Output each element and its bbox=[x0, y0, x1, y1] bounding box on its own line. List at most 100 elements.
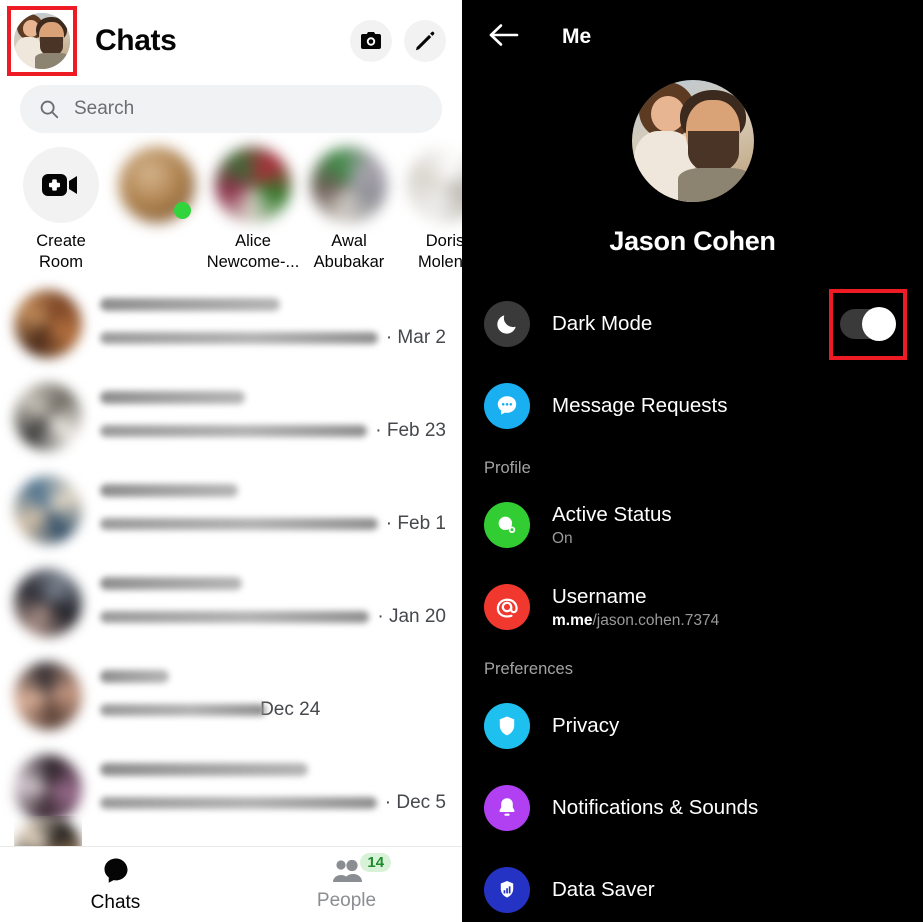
chat-preview-redacted bbox=[100, 797, 377, 809]
story-item[interactable]: Alice Newcome-... bbox=[206, 147, 300, 272]
chat-name-redacted bbox=[100, 484, 239, 497]
chat-date: · Mar 2 bbox=[385, 327, 446, 348]
settings-label: Dark Mode bbox=[552, 312, 653, 335]
chat-name-redacted bbox=[100, 670, 170, 683]
settings-label: Message Requests bbox=[552, 394, 728, 417]
data-saver-shield-icon bbox=[484, 867, 530, 913]
chat-avatar bbox=[14, 382, 82, 451]
table-row[interactable]: · Feb 1 bbox=[0, 463, 462, 556]
settings-label: Active Status bbox=[552, 502, 672, 526]
at-sign-icon bbox=[484, 584, 530, 630]
settings-sublabel: m.me/jason.cohen.7374 bbox=[552, 612, 901, 630]
chat-name-redacted bbox=[100, 763, 308, 776]
settings-row-privacy[interactable]: Privacy bbox=[462, 685, 923, 767]
chat-date: · Feb 23 bbox=[375, 420, 446, 441]
search-placeholder: Search bbox=[74, 98, 135, 119]
profile-avatar bbox=[14, 13, 70, 69]
story-label: Alice Newcome-... bbox=[206, 232, 300, 271]
chat-bubble-icon bbox=[484, 383, 530, 429]
story-item[interactable]: Awal Abubakar bbox=[302, 147, 396, 272]
story-item[interactable] bbox=[110, 147, 204, 231]
dark-mode-toggle[interactable] bbox=[829, 288, 907, 360]
table-row[interactable]: Dec 24 bbox=[0, 649, 462, 742]
bottom-navigation: Chats 14 People bbox=[0, 846, 462, 922]
settings-row-message-requests[interactable]: Message Requests bbox=[462, 365, 923, 447]
settings-label: Privacy bbox=[552, 714, 620, 737]
section-heading-preferences: Preferences bbox=[484, 660, 573, 678]
chat-date: Dec 24 bbox=[260, 699, 321, 720]
chat-avatar bbox=[14, 754, 82, 823]
chat-bubble-icon bbox=[104, 858, 127, 883]
settings-label: Data Saver bbox=[552, 878, 655, 901]
story-label: Awal Abubakar bbox=[313, 232, 385, 271]
app-screen: Chats Search Create Room Alice Newcome-.… bbox=[0, 0, 923, 922]
settings-sublabel: On bbox=[552, 529, 573, 547]
active-status-icon bbox=[484, 502, 530, 548]
me-settings-panel: Me Jason Cohen Dark Mode Message Request… bbox=[462, 0, 923, 922]
chat-preview-redacted bbox=[100, 518, 378, 530]
nav-tab-people[interactable]: 14 People bbox=[231, 847, 462, 922]
chat-preview-redacted bbox=[100, 704, 267, 716]
profile-avatar-large[interactable] bbox=[631, 80, 754, 202]
chat-name-redacted bbox=[100, 298, 280, 311]
chat-avatar bbox=[14, 475, 82, 544]
profile-avatar-button[interactable] bbox=[7, 6, 77, 76]
online-dot bbox=[174, 202, 191, 219]
camera-button[interactable] bbox=[350, 20, 392, 62]
back-arrow-icon bbox=[489, 23, 519, 46]
story-thumb bbox=[119, 147, 195, 223]
story-thumb bbox=[311, 147, 387, 223]
story-create-room[interactable]: Create Room bbox=[14, 147, 108, 272]
chats-header: Chats bbox=[0, 0, 462, 82]
settings-label: Notifications & Sounds bbox=[552, 796, 759, 819]
create-room-thumb bbox=[23, 147, 99, 223]
table-row[interactable]: · Jan 20 bbox=[0, 556, 462, 649]
stories-row: Create Room Alice Newcome-... Awal Abuba… bbox=[0, 133, 462, 273]
header-actions bbox=[350, 20, 446, 62]
username-handle: /jason.cohen.7374 bbox=[592, 611, 720, 629]
nav-label: Chats bbox=[90, 891, 141, 913]
settings-row-data-saver[interactable]: Data Saver bbox=[462, 849, 923, 922]
me-header: Me bbox=[462, 0, 923, 74]
settings-list: Dark Mode Message Requests Profile Activ… bbox=[462, 283, 923, 922]
story-label: Doris Molena bbox=[417, 232, 462, 271]
story-label: Create Room bbox=[36, 232, 86, 271]
compose-button[interactable] bbox=[404, 20, 446, 62]
toggle-knob bbox=[862, 307, 896, 341]
profile-block: Jason Cohen bbox=[462, 80, 923, 257]
table-row[interactable]: · Mar 2 bbox=[0, 277, 462, 370]
settings-row-dark-mode[interactable]: Dark Mode bbox=[462, 283, 923, 365]
chat-preview-redacted bbox=[100, 332, 378, 344]
back-button[interactable] bbox=[488, 22, 520, 53]
search-input[interactable]: Search bbox=[20, 85, 442, 133]
chat-avatar bbox=[14, 568, 82, 637]
chat-date: · Feb 1 bbox=[385, 513, 446, 534]
settings-row-active-status[interactable]: Active Status On bbox=[462, 484, 923, 566]
video-plus-icon bbox=[42, 174, 77, 196]
camera-icon bbox=[361, 32, 381, 49]
settings-row-notifications[interactable]: Notifications & Sounds bbox=[462, 767, 923, 849]
chat-row-partial[interactable] bbox=[14, 816, 82, 846]
people-badge: 14 bbox=[360, 853, 392, 872]
chat-date: · Dec 5 bbox=[384, 792, 446, 813]
me-title: Me bbox=[562, 25, 592, 48]
shield-icon bbox=[484, 703, 530, 749]
page-title: Chats bbox=[95, 24, 177, 57]
toggle-track bbox=[840, 307, 896, 341]
settings-row-username[interactable]: Username m.me/jason.cohen.7374 bbox=[462, 566, 923, 648]
story-item[interactable]: Doris Molena bbox=[398, 147, 462, 272]
people-icon bbox=[332, 859, 362, 882]
nav-tab-chats[interactable]: Chats bbox=[0, 847, 231, 922]
chat-name-redacted bbox=[100, 391, 246, 404]
moon-icon bbox=[484, 301, 530, 347]
chat-name-redacted bbox=[100, 577, 242, 590]
chat-list: · Mar 2 · Feb 23 · Feb 1 · Jan 20 Dec 24… bbox=[0, 273, 462, 835]
bell-icon bbox=[484, 785, 530, 831]
username-domain: m.me bbox=[552, 611, 593, 629]
section-heading-profile: Profile bbox=[484, 459, 531, 477]
chat-date: · Jan 20 bbox=[377, 606, 446, 627]
table-row[interactable]: · Feb 23 bbox=[0, 370, 462, 463]
profile-name: Jason Cohen bbox=[609, 226, 776, 256]
chat-avatar bbox=[14, 289, 82, 358]
chat-preview-redacted bbox=[100, 425, 368, 437]
